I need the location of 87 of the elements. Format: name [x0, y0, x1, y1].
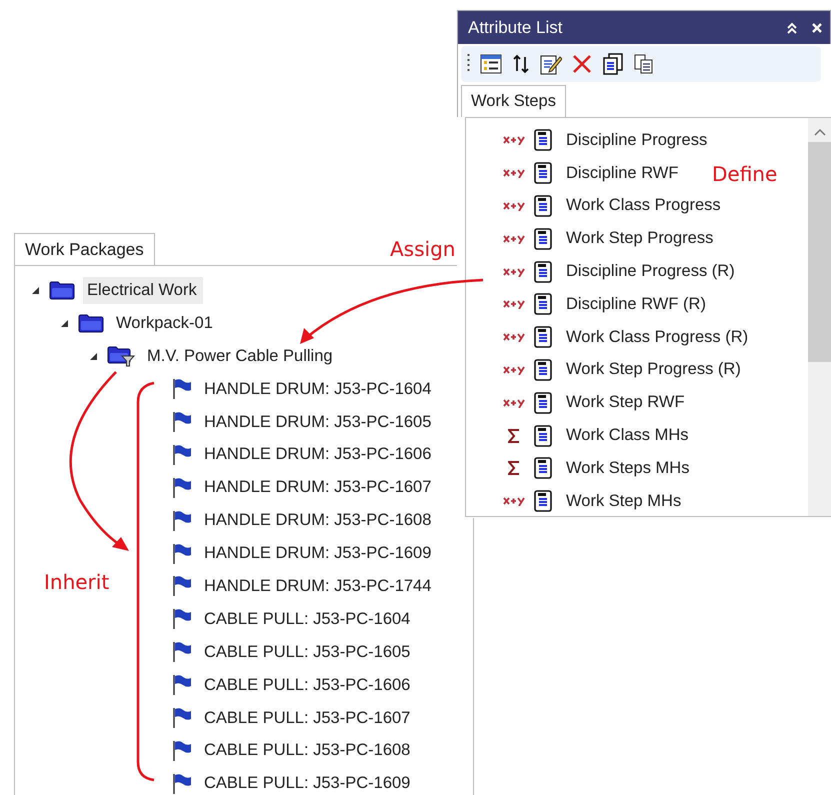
attribute-item[interactable]: Work Step RWF — [566, 393, 685, 412]
annotation-label: Inherit — [44, 570, 110, 594]
folder-icon — [49, 280, 75, 300]
formula-icon — [503, 364, 525, 375]
tree-item[interactable]: CABLE PULL: J53-PC-1606 — [200, 672, 416, 699]
sum-icon — [508, 428, 520, 443]
flag-icon — [172, 772, 192, 795]
formula-icon — [503, 266, 525, 277]
tree-item[interactable]: Electrical Work — [83, 276, 203, 304]
flag-icon — [172, 411, 192, 433]
document-icon — [534, 457, 552, 480]
tree-item[interactable]: CABLE PULL: J53-PC-1605 — [200, 638, 416, 666]
expander-icon[interactable] — [60, 318, 68, 328]
formula-icon — [503, 200, 525, 211]
tree-item[interactable]: CABLE PULL: J53-PC-1608 — [200, 737, 416, 764]
expander-icon[interactable] — [88, 352, 98, 361]
tree-item[interactable]: Workpack-01 — [112, 310, 219, 337]
flag-icon — [172, 674, 192, 696]
close-icon[interactable] — [812, 22, 822, 32]
document-icon — [534, 129, 552, 152]
document-icon — [534, 392, 552, 414]
folder-filter-icon — [107, 345, 135, 368]
attribute-item[interactable]: Discipline RWF — [566, 164, 678, 183]
tree-item[interactable]: HANDLE DRUM: J53-PC-1609 — [200, 540, 438, 568]
tree-item[interactable]: HANDLE DRUM: J53-PC-1607 — [200, 474, 438, 502]
annotation-label: Assign — [390, 237, 456, 261]
tree-item[interactable]: M.V. Power Cable Pulling — [143, 342, 339, 370]
edit-icon[interactable] — [540, 53, 562, 75]
paste-icon[interactable] — [634, 54, 654, 74]
flag-icon — [172, 575, 192, 598]
expander-icon[interactable] — [30, 286, 40, 295]
document-icon — [534, 424, 552, 447]
document-icon — [534, 194, 552, 217]
attribute-item[interactable]: Discipline Progress (R) — [566, 262, 735, 282]
panel-tab[interactable]: Work Packages — [14, 233, 155, 265]
formula-icon — [503, 332, 525, 342]
copy-icon[interactable] — [602, 53, 624, 75]
formula-icon — [503, 496, 525, 506]
collapse-icon[interactable] — [786, 22, 798, 34]
panel-title: Attribute List — [468, 18, 564, 38]
tree-item[interactable]: HANDLE DRUM: J53-PC-1608 — [200, 507, 438, 534]
document-icon — [534, 358, 552, 381]
document-icon — [534, 162, 552, 184]
tree-item[interactable]: HANDLE DRUM: J53-PC-1604 — [200, 376, 438, 403]
formula-icon — [503, 398, 525, 408]
attribute-item[interactable]: Discipline Progress — [566, 130, 708, 150]
attribute-item[interactable]: Work Class MHs — [566, 426, 689, 446]
flag-icon — [172, 707, 192, 730]
document-icon — [534, 293, 552, 316]
sort-icon[interactable] — [512, 54, 530, 74]
flag-icon — [172, 510, 192, 532]
flag-icon — [172, 740, 192, 762]
delete-icon[interactable] — [572, 54, 592, 74]
flag-icon — [172, 608, 192, 630]
document-icon — [534, 228, 552, 250]
attribute-item[interactable]: Work Step Progress (R) — [566, 360, 741, 380]
annotation-label: Define — [712, 162, 778, 186]
flag-icon — [172, 641, 192, 664]
attribute-item[interactable]: Discipline RWF (R) — [566, 294, 706, 314]
folder-icon — [78, 313, 104, 334]
flag-icon — [172, 476, 192, 499]
document-icon — [534, 326, 552, 348]
sum-icon — [508, 461, 520, 476]
formula-icon — [503, 234, 525, 244]
panel-tab[interactable]: Work Steps — [461, 85, 566, 117]
tree-item[interactable]: CABLE PULL: J53-PC-1604 — [200, 606, 416, 633]
tree-item[interactable]: HANDLE DRUM: J53-PC-1606 — [200, 441, 438, 468]
attribute-item[interactable]: Work Class Progress (R) — [566, 328, 748, 347]
tree-item[interactable]: HANDLE DRUM: J53-PC-1605 — [200, 408, 438, 436]
formula-icon — [503, 135, 525, 146]
properties-icon[interactable] — [480, 54, 502, 74]
flag-icon — [172, 542, 192, 565]
scroll-up-icon[interactable] — [814, 128, 826, 136]
flag-icon — [172, 444, 192, 466]
scrollbar[interactable] — [808, 118, 831, 516]
tree-item[interactable]: HANDLE DRUM: J53-PC-1744 — [200, 572, 438, 600]
tree-item[interactable]: CABLE PULL: J53-PC-1607 — [200, 704, 416, 732]
flag-icon — [172, 378, 192, 400]
document-icon — [534, 490, 552, 512]
formula-icon — [503, 299, 525, 310]
document-icon — [534, 260, 552, 283]
tree-item[interactable]: CABLE PULL: J53-PC-1609 — [200, 770, 416, 795]
attribute-item[interactable]: Work Steps MHs — [566, 458, 690, 478]
attribute-item[interactable]: Work Step MHs — [566, 492, 682, 511]
attribute-item[interactable]: Work Class Progress — [566, 196, 721, 216]
formula-icon — [503, 168, 525, 178]
attribute-item[interactable]: Work Step Progress — [566, 229, 714, 248]
